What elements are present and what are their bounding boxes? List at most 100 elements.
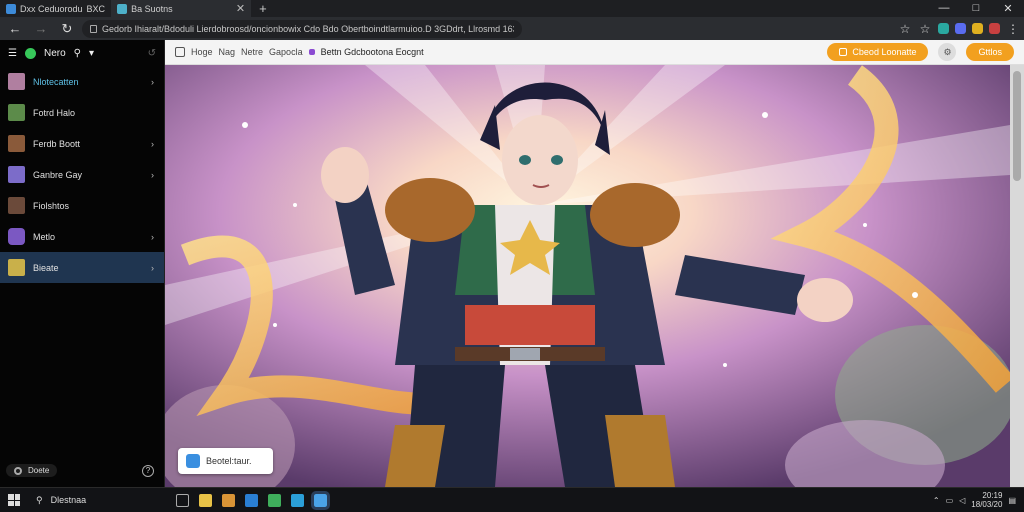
sidebar-item-3[interactable]: Ferdb Boott › xyxy=(0,128,164,159)
help-icon[interactable]: ? xyxy=(142,465,154,477)
toolbar-actions: Cbeod Loonatte ⚙ Gttlos xyxy=(827,43,1014,61)
thumbnail-icon xyxy=(8,228,25,245)
windows-start-icon[interactable] xyxy=(8,494,20,506)
breadcrumb-2[interactable]: Nag xyxy=(219,47,236,57)
window-controls: — □ ✕ xyxy=(928,2,1024,15)
vertical-scrollbar[interactable] xyxy=(1010,65,1024,487)
sidebar-item-label: Ferdb Boott xyxy=(33,138,81,149)
lock-icon xyxy=(90,24,97,33)
taskbar: ⚲ Dlestnaa ⌃ ▭ ◁ 20:19 18/03/20 ▤ xyxy=(0,487,1024,512)
hero-artwork xyxy=(165,65,1010,487)
sidebar-footer-label: Doete xyxy=(28,466,50,475)
app-icon[interactable] xyxy=(268,493,281,507)
thumbnail-icon xyxy=(8,197,25,214)
thumbnail-icon xyxy=(8,104,25,121)
chevron-right-icon: › xyxy=(151,262,154,273)
tab-2[interactable]: Ba Suotns ✕ xyxy=(111,0,252,17)
browser-app-icon[interactable] xyxy=(311,490,330,510)
sidebar-item-label: Fiolshtos xyxy=(33,200,70,211)
sidebar-item-4[interactable]: Ganbre Gay › xyxy=(0,159,164,190)
primary-action-label: Cbeod Loonatte xyxy=(852,47,917,57)
thumbnail-icon xyxy=(8,73,25,90)
tab-favicon xyxy=(117,3,128,14)
app-icon[interactable] xyxy=(291,493,304,507)
app-icon[interactable] xyxy=(199,493,212,507)
purple-marker-icon xyxy=(308,49,315,55)
page-title: Bettn Gdcbootona Eocgnt xyxy=(320,47,424,57)
volume-icon[interactable]: ◁ xyxy=(959,496,965,505)
sidebar-item-1[interactable]: Nlotecatten › xyxy=(0,66,164,97)
secondary-action-button[interactable]: Gttlos xyxy=(966,43,1014,61)
new-tab-button[interactable]: + xyxy=(251,1,275,16)
extensions-bar: ☆ ☆ ⋮ xyxy=(898,22,1020,36)
sidebar-item-7[interactable]: Bieate › xyxy=(0,252,164,283)
home-icon[interactable] xyxy=(175,47,185,57)
settings-icon[interactable]: ⚙ xyxy=(938,43,957,61)
thumbnail-icon xyxy=(8,166,25,183)
network-icon[interactable]: ▭ xyxy=(946,496,954,505)
sidebar-item-2[interactable]: Fotrd Halo xyxy=(0,97,164,128)
content-toolbar: Hoge Nag Netre Gapocla Bettn Gdcbootona … xyxy=(165,40,1024,65)
tab-favicon xyxy=(6,3,16,14)
back-icon[interactable]: ← xyxy=(4,21,26,36)
notification-icon xyxy=(186,454,200,468)
tab-1[interactable]: Dxx Ceduorodu BXC xyxy=(0,0,111,17)
search-icon[interactable]: ⚲ xyxy=(74,48,81,59)
sidebar-item-5[interactable]: Fiolshtos xyxy=(0,190,164,221)
taskbar-search[interactable]: ⚲ Dlestnaa xyxy=(28,495,168,506)
app-icon[interactable] xyxy=(245,493,258,507)
clock[interactable]: 20:19 18/03/20 xyxy=(971,491,1002,509)
secondary-action-label: Gttlos xyxy=(978,47,1002,57)
extension-icon[interactable] xyxy=(938,23,949,34)
chevron-down-icon[interactable]: ▾ xyxy=(89,48,94,59)
sidebar-item-label: Bieate xyxy=(33,262,59,273)
sidebar-header: ☰ Nero ⚲ ▾ ↺ xyxy=(0,40,164,66)
address-bar-row: ← → ↻ Gedorb Ihiaralt/Bdoduli Lierdobroo… xyxy=(0,17,1024,40)
toast-notification[interactable]: Beotel:taur. xyxy=(178,448,273,474)
sidebar-footer-button[interactable]: Doete xyxy=(6,464,58,477)
breadcrumb-3[interactable]: Netre xyxy=(241,47,263,57)
search-icon: ⚲ xyxy=(36,494,43,505)
sidebar-header-label: Nero xyxy=(43,47,66,59)
taskbar-search-label: Dlestnaa xyxy=(50,495,87,505)
extension-icon[interactable] xyxy=(972,23,983,34)
notification-center-icon[interactable]: ▤ xyxy=(1008,496,1016,505)
chevron-right-icon: › xyxy=(151,231,154,242)
sidebar-item-6[interactable]: Metlo › xyxy=(0,221,164,252)
close-window-button[interactable]: ✕ xyxy=(992,2,1024,15)
tab-1-extra: BXC xyxy=(86,3,106,14)
system-tray: ⌃ ▭ ◁ 20:19 18/03/20 ▤ xyxy=(933,491,1016,509)
star-icon[interactable]: ☆ xyxy=(898,22,912,36)
breadcrumb-1[interactable]: Hoge xyxy=(191,47,213,57)
extension-icon[interactable] xyxy=(955,23,966,34)
hamburger-icon[interactable]: ☰ xyxy=(8,48,17,59)
extension-icon[interactable] xyxy=(989,23,1000,34)
url-text: Gedorb Ihiaralt/Bdoduli Lierdobroosd/onc… xyxy=(101,23,514,34)
scrollbar-thumb[interactable] xyxy=(1013,71,1021,181)
reload-icon[interactable]: ↻ xyxy=(56,21,78,37)
chevron-up-icon[interactable]: ⌃ xyxy=(933,496,940,505)
menu-dots-icon[interactable]: ⋮ xyxy=(1006,22,1020,36)
close-tab-icon[interactable]: ✕ xyxy=(236,2,245,15)
sidebar-item-label: Nlotecatten xyxy=(33,76,79,87)
url-field[interactable]: Gedorb Ihiaralt/Bdoduli Lierdobroosd/onc… xyxy=(82,19,522,38)
document-icon xyxy=(839,48,848,56)
folder-icon[interactable] xyxy=(222,493,235,507)
clock-time: 20:19 xyxy=(982,491,1003,500)
history-icon[interactable]: ↺ xyxy=(148,48,156,59)
chevron-right-icon: › xyxy=(151,76,154,87)
forward-icon[interactable]: → xyxy=(30,21,52,36)
toast-label: Beotel:taur. xyxy=(206,456,252,466)
breadcrumb-4[interactable]: Gapocla xyxy=(269,47,303,57)
primary-action-button[interactable]: Cbeod Loonatte xyxy=(827,43,929,61)
circle-icon xyxy=(14,466,22,475)
sidebar-item-label: Fotrd Halo xyxy=(33,107,76,118)
sidebar-item-label: Metlo xyxy=(33,231,56,242)
browser-titlebar: Dxx Ceduorodu BXC Ba Suotns ✕ + — □ ✕ xyxy=(0,0,1024,17)
anime-hero-illustration xyxy=(165,65,1010,487)
bookmark-star-icon[interactable]: ☆ xyxy=(918,22,932,36)
minimize-button[interactable]: — xyxy=(928,2,960,15)
maximize-button[interactable]: □ xyxy=(960,2,992,15)
task-view-icon[interactable] xyxy=(176,493,189,507)
chevron-right-icon: › xyxy=(151,169,154,180)
